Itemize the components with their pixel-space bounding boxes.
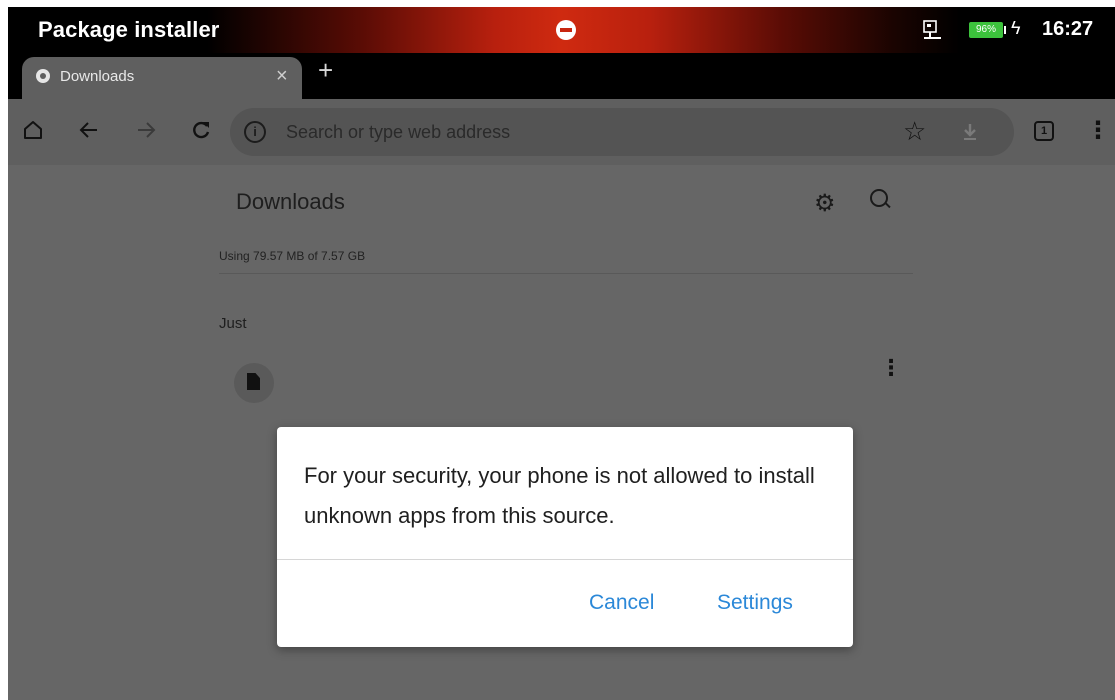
status-bar-app-title: Package installer (38, 17, 220, 42)
back-icon[interactable] (78, 119, 100, 141)
page-title: Downloads (236, 189, 345, 214)
tab-strip: Downloads × + (8, 53, 1115, 99)
charging-icon: ϟ (1011, 18, 1021, 38)
tab-downloads[interactable]: Downloads × (22, 57, 302, 99)
desktop-mode-icon (923, 20, 941, 39)
info-icon[interactable]: i (244, 121, 266, 143)
downloads-page: Downloads ⚙ Using 79.57 MB of 7.57 GB Ju… (8, 165, 1115, 700)
download-icon[interactable] (961, 122, 979, 142)
more-menu-icon[interactable]: ⋮ (1086, 116, 1110, 145)
search-icon[interactable] (870, 189, 888, 207)
status-bar-clock: 16:27 (1042, 18, 1094, 40)
screen: Package installer 96% ϟ 16:27 Downloads … (0, 0, 1115, 700)
cancel-button[interactable]: Cancel (589, 591, 654, 615)
battery-indicator: 96% (969, 22, 1003, 38)
settings-gear-icon[interactable]: ⚙ (814, 189, 836, 218)
forward-icon[interactable] (135, 119, 157, 141)
omnibox[interactable]: i Search or type web address ☆ (230, 108, 1014, 156)
reload-icon[interactable] (190, 119, 212, 141)
storage-usage-text: Using 79.57 MB of 7.57 GB (219, 249, 366, 263)
security-dialog: For your security, your phone is not all… (277, 427, 853, 647)
date-section-label: Just (219, 315, 247, 332)
bookmark-star-icon[interactable]: ☆ (903, 116, 926, 147)
home-icon[interactable] (22, 119, 44, 141)
divider (219, 273, 913, 274)
download-item-file-icon (234, 363, 274, 403)
battery-tip (1004, 26, 1006, 34)
tab-label: Downloads (60, 68, 135, 85)
dialog-message: For your security, your phone is not all… (304, 463, 815, 528)
chrome-favicon-icon (36, 69, 50, 83)
browser-toolbar: i Search or type web address ☆ 1 ⋮ (8, 99, 1115, 165)
new-tab-button[interactable]: + (318, 55, 333, 86)
tab-switcher-button[interactable]: 1 (1034, 121, 1054, 141)
file-icon (247, 373, 260, 390)
settings-button[interactable]: Settings (717, 591, 793, 615)
device-screen: Package installer 96% ϟ 16:27 Downloads … (8, 7, 1115, 700)
download-item-more-icon[interactable]: ⋮ (880, 357, 902, 379)
omnibox-placeholder: Search or type web address (286, 122, 511, 142)
close-tab-button[interactable]: × (276, 65, 288, 88)
status-bar: Package installer 96% ϟ 16:27 (8, 7, 1115, 53)
dialog-divider (277, 559, 853, 560)
do-not-disturb-icon (556, 20, 576, 40)
